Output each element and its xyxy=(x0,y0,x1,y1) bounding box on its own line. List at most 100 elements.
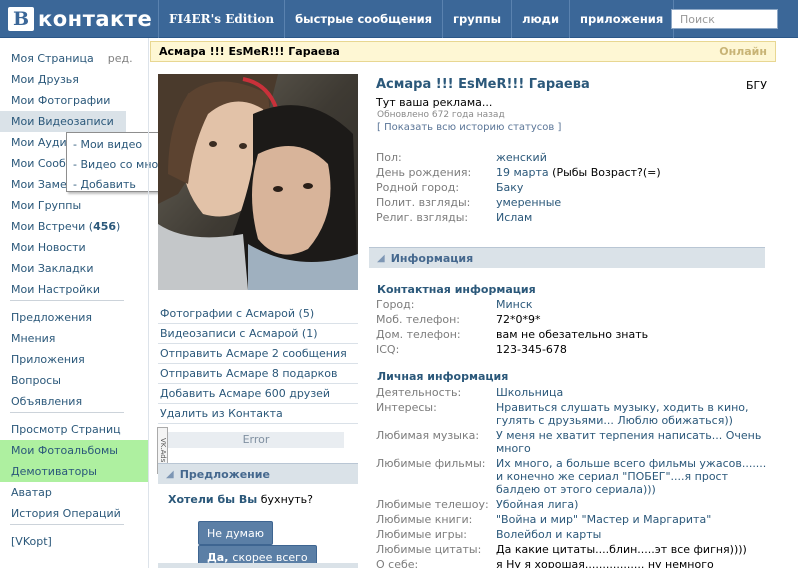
profile-university[interactable]: БГУ xyxy=(746,79,767,92)
info-row: Город: Минск xyxy=(376,298,768,311)
info-label: Полит. взгляды: xyxy=(376,196,471,209)
offer-section-header[interactable]: ◢ Предложение xyxy=(158,463,358,484)
offer-title: Предложение xyxy=(179,467,270,481)
sidebar-item-demotivators[interactable]: Демотиваторы xyxy=(0,461,148,482)
events-count: 456 xyxy=(93,220,117,233)
info-label: ICQ: xyxy=(376,343,400,356)
info-label: Любимые книги: xyxy=(376,513,473,526)
sidebar-item-questions[interactable]: Вопросы xyxy=(0,370,148,391)
info-row: Интересы: Нравиться слушать музыку, ходит… xyxy=(376,401,768,427)
sidebar-item-news[interactable]: Мои Новости xyxy=(0,237,148,258)
offer-question: Хотели бы Вы бухнуть? xyxy=(168,493,313,506)
sidebar: Моя Страница ред. Мои Друзья Мои Фотограф… xyxy=(0,48,148,552)
info-label: Любимая музыка: xyxy=(376,429,480,442)
info-value[interactable]: У меня не хватит терпения написать... Оч… xyxy=(496,429,768,455)
info-value[interactable]: Их много, а больше всего фильмы ужасов..… xyxy=(496,457,768,496)
sidebar-item-vkopt[interactable]: [VKopt] xyxy=(0,531,148,552)
sidebar-item-label: Мои Встречи xyxy=(11,220,86,233)
info-row: О себе: я Ну я хорошая................. н… xyxy=(376,558,768,568)
action-add-friends[interactable]: Добавить Асмаре 600 друзей xyxy=(158,384,358,404)
info-row: День рождения: 19 марта (Рыбы Возраст?(=) xyxy=(376,166,768,179)
info-value[interactable]: Нравиться слушать музыку, ходить в кино,… xyxy=(496,401,768,427)
action-videos-with[interactable]: Видеозаписи с Асмарой (1) xyxy=(158,324,358,344)
sidebar-item-bookmarks[interactable]: Мои Закладки xyxy=(0,258,148,279)
info-row: Пол: женский xyxy=(376,151,768,164)
offer-no-button[interactable]: Не думаю xyxy=(198,521,273,545)
sidebar-item-photos[interactable]: Мои Фотографии xyxy=(0,90,148,111)
info-value[interactable]: умеренные xyxy=(496,196,768,209)
sidebar-item-applications[interactable]: Приложения xyxy=(0,349,148,370)
offer-question-bold: Хотели бы Вы xyxy=(168,493,258,506)
info-section-header[interactable]: ◢ Информация xyxy=(369,247,765,268)
sidebar-item-videos[interactable]: Мои Видеозаписи xyxy=(0,111,126,132)
search-input[interactable]: Поиск xyxy=(671,9,778,29)
info-value: Да какие цитаты....блин.....эт все фигня… xyxy=(496,543,747,556)
sidebar-item-offers[interactable]: Предложения xyxy=(0,307,148,328)
info-label: Пол: xyxy=(376,151,402,164)
profile-photo[interactable] xyxy=(158,74,358,290)
info-row: Родной город: Баку xyxy=(376,181,768,194)
collapse-arrow-icon: ◢ xyxy=(377,252,385,264)
sidebar-divider xyxy=(10,300,124,307)
sidebar-item-page-views[interactable]: Просмотр Страниц xyxy=(0,419,148,440)
nav-apps[interactable]: приложения xyxy=(569,0,673,38)
next-section-header xyxy=(158,563,358,568)
info-label: Город: xyxy=(376,298,415,311)
offer-question-rest: бухнуть? xyxy=(257,493,313,506)
profile-photo-image xyxy=(158,74,358,290)
info-label: Религ. взгляды: xyxy=(376,211,469,224)
sidebar-item-my-page[interactable]: Моя Страница ред. xyxy=(0,48,148,69)
column-divider xyxy=(148,38,149,568)
profile-name: Асмара !!! EsMeR!!! Гараева xyxy=(376,77,590,92)
info-label: Любимые игры: xyxy=(376,528,468,541)
info-value[interactable]: "Война и мир" "Мастер и Маргарита" xyxy=(496,513,768,526)
info-label: Любимые фильмы: xyxy=(376,457,486,470)
info-value: я Ну я хорошая................. ну немно… xyxy=(496,558,714,568)
info-value[interactable]: 19 марта xyxy=(496,166,549,179)
info-label: Дом. телефон: xyxy=(376,328,461,341)
sidebar-item-photo-albums[interactable]: Мои Фотоальбомы xyxy=(0,440,148,461)
sidebar-item-friends[interactable]: Мои Друзья xyxy=(0,69,148,90)
info-value[interactable]: Школьница xyxy=(496,386,768,399)
personal-subheading: Личная информация xyxy=(377,370,509,383)
nav-people[interactable]: люди xyxy=(511,0,569,38)
logo-mark: В xyxy=(8,7,34,31)
sidebar-item-opinions[interactable]: Мнения xyxy=(0,328,148,349)
nav-groups[interactable]: группы xyxy=(442,0,511,38)
info-value[interactable]: Минск xyxy=(496,298,768,311)
info-row: Дом. телефон: вам не обезательно знать xyxy=(376,328,768,341)
info-value[interactable]: женский xyxy=(496,151,768,164)
action-send-gift[interactable]: Отправить Асмаре 8 подарков xyxy=(158,364,358,384)
error-label: Error xyxy=(168,431,344,448)
sidebar-item-groups[interactable]: Мои Группы xyxy=(0,195,148,216)
sidebar-item-settings[interactable]: Мои Настройки xyxy=(0,279,148,300)
info-value-group: 19 марта (Рыбы Возраст?(=) xyxy=(496,166,768,179)
info-value[interactable]: Убойная лига) xyxy=(496,498,768,511)
sidebar-item-avatar[interactable]: Аватар xyxy=(0,482,148,503)
sidebar-item-events[interactable]: Мои Встречи (456) xyxy=(0,216,148,237)
sidebar-item-label: Моя Страница xyxy=(11,52,94,65)
info-row: Моб. телефон: 72*0*9* xyxy=(376,313,768,326)
nav-edition[interactable]: FI4ER's Edition xyxy=(158,0,284,38)
info-label: День рождения: xyxy=(376,166,472,179)
info-row: Любимые цитаты: Да какие цитаты....блин..… xyxy=(376,543,768,556)
info-value[interactable]: Баку xyxy=(496,181,768,194)
action-remove[interactable]: Удалить из Контакта xyxy=(158,404,358,424)
site-logo[interactable]: В контакте xyxy=(8,5,152,33)
sidebar-divider xyxy=(10,524,124,531)
sidebar-item-history[interactable]: История Операций xyxy=(0,503,148,524)
page: В контакте FI4ER's Edition быстрые сообщ… xyxy=(0,0,798,568)
action-send-message[interactable]: Отправить Асмаре 2 сообщения xyxy=(158,344,358,364)
info-value[interactable]: Волейбол и карты xyxy=(496,528,768,541)
info-label: Деятельность: xyxy=(376,386,462,399)
info-row: Любимые телешоу: Убойная лига) xyxy=(376,498,768,511)
info-row: Религ. взгляды: Ислам xyxy=(376,211,768,224)
action-photos-with[interactable]: Фотографии с Асмарой (5) xyxy=(158,304,358,324)
nav-quick-messages[interactable]: быстрые сообщения xyxy=(284,0,442,38)
sidebar-item-ads[interactable]: Объявления xyxy=(0,391,148,412)
status-history-link[interactable]: [ Показать всю историю статусов ] xyxy=(377,122,561,133)
edit-link[interactable]: ред. xyxy=(108,52,133,65)
ad-error-box: Error xyxy=(158,428,358,451)
info-value[interactable]: Ислам xyxy=(496,211,768,224)
info-row: Любимые книги: "Война и мир" "Мастер и Ма… xyxy=(376,513,768,526)
